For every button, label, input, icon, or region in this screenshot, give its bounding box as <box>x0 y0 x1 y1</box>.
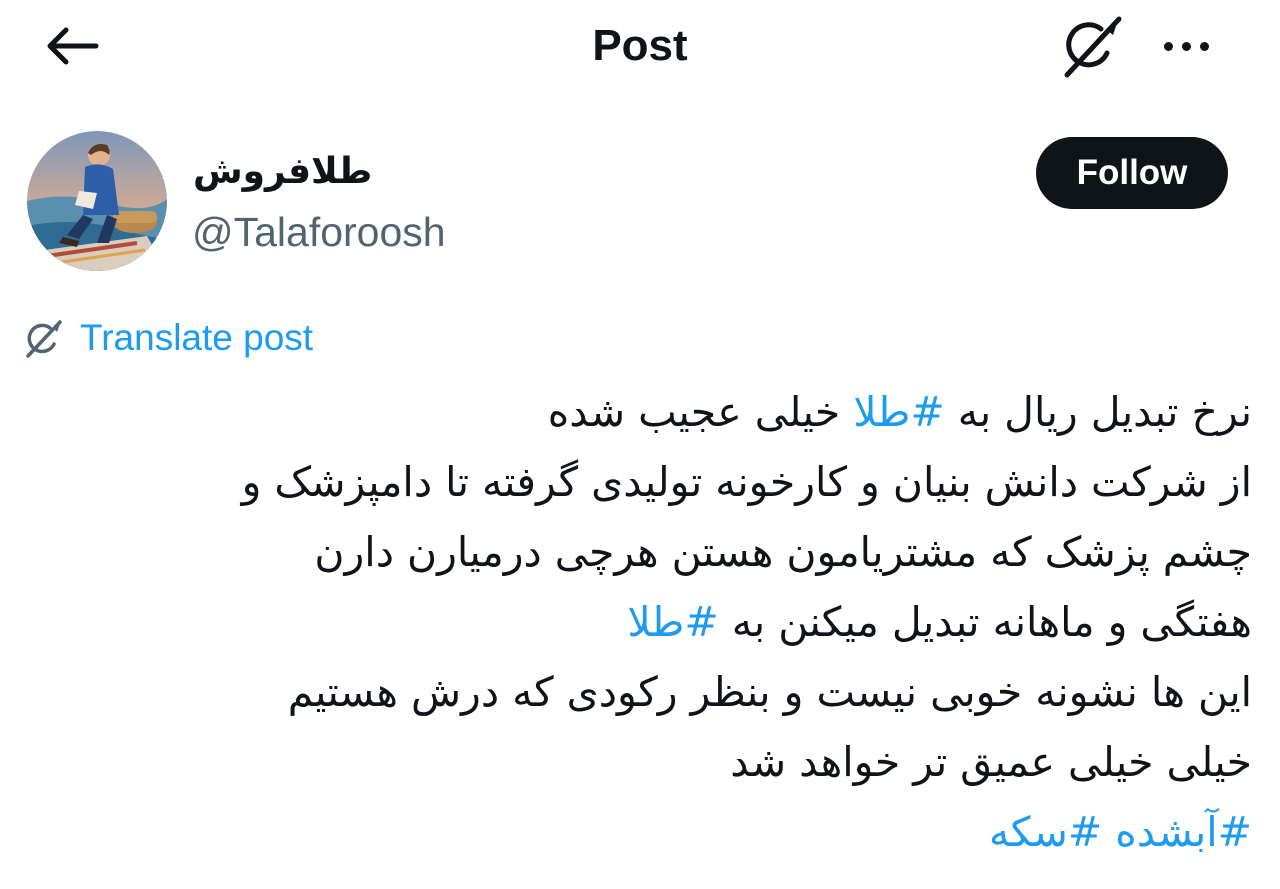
more-options-button[interactable] <box>1150 22 1222 70</box>
hashtag-link[interactable]: #آبشده <box>1115 808 1252 856</box>
avatar-image <box>27 131 167 271</box>
more-horizontal-icon <box>1163 41 1173 51</box>
post-line: این ها نشونه خوبی نیست و بنظر رکودی که د… <box>287 668 1252 716</box>
grok-icon <box>1064 16 1122 78</box>
grok-button[interactable] <box>1054 12 1130 80</box>
back-button[interactable] <box>40 20 104 72</box>
hashtag-link[interactable]: #سکه <box>989 808 1102 856</box>
more-dot <box>1181 41 1191 51</box>
post-line: خیلی خیلی عمیق تر خواهد شد <box>730 738 1252 786</box>
display-name[interactable]: طلافروش <box>193 146 493 198</box>
translate-icon <box>26 320 62 358</box>
follow-button[interactable]: Follow <box>1036 137 1228 209</box>
translate-post-link[interactable]: Translate post <box>24 312 313 364</box>
post-line: هفتگی و ماهانه تبدیل میکنن به #طلا <box>60 587 1252 657</box>
post-line: نرخ تبدیل ریال به #طلا خیلی عجیب شده <box>60 377 1252 447</box>
post-line: چشم پزشک که مشتریامون هستن هرچی درمیارن … <box>314 528 1252 576</box>
post-line: #آبشده #سکه <box>60 797 1252 867</box>
post-text: نرخ تبدیل ریال به #طلا خیلی عجیب شده از … <box>60 377 1252 867</box>
hashtag-link[interactable]: #طلا <box>627 598 718 646</box>
more-dot <box>1199 41 1209 51</box>
top-bar: Post <box>0 0 1280 92</box>
hashtag-link[interactable]: #طلا <box>853 388 944 436</box>
post-text-segment: هفتگی و ماهانه تبدیل میکنن به <box>718 598 1252 646</box>
avatar[interactable] <box>27 131 167 271</box>
arrow-left-icon <box>47 27 99 65</box>
post-text-segment: خیلی عجیب شده <box>547 388 854 436</box>
user-handle[interactable]: @Talaforoosh <box>192 206 446 258</box>
translate-post-label: Translate post <box>80 317 314 358</box>
post-line: از شرکت دانش بنیان و کارخونه تولیدی گرفت… <box>241 458 1252 506</box>
post-text-segment: نرخ تبدیل ریال به <box>944 388 1252 436</box>
